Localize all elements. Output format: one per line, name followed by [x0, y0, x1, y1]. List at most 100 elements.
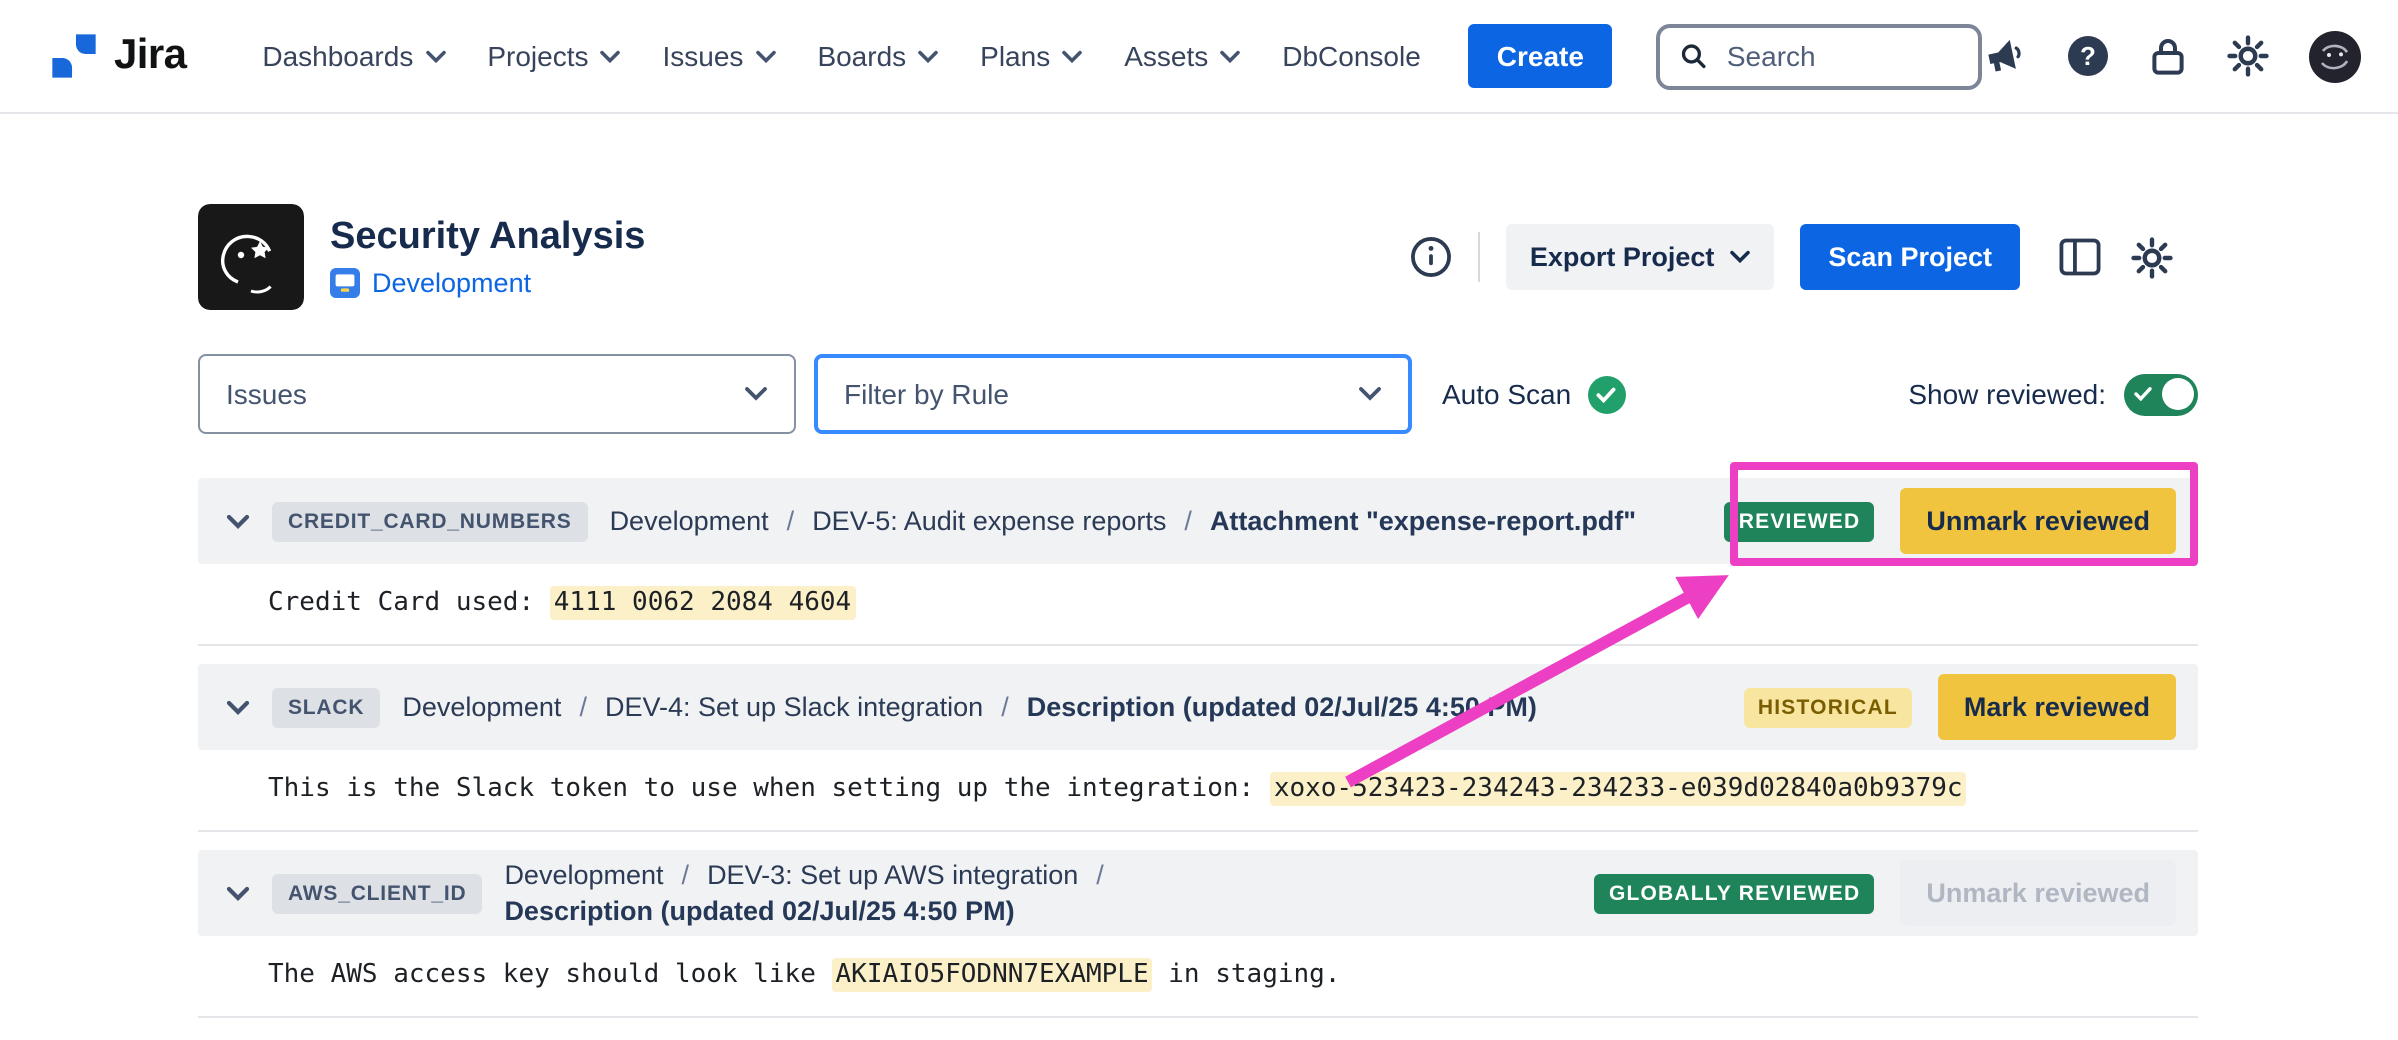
search-input[interactable] — [1723, 38, 1958, 74]
finding-group-credit-card: CREDIT_CARD_NUMBERS Development / DEV-5:… — [198, 478, 2198, 646]
gear-icon[interactable] — [2226, 34, 2270, 78]
finding-actions: GLOBALLY REVIEWED Unmark reviewed — [1595, 860, 2176, 926]
chevron-down-icon — [1358, 386, 1382, 402]
breadcrumb-location: Description (updated 02/Jul/25 4:50 PM) — [1027, 692, 1537, 722]
breadcrumb-issue: DEV-3: Set up AWS integration — [707, 860, 1078, 890]
toggle-check-icon — [2134, 385, 2152, 401]
filter-by-rule-select[interactable]: Filter by Rule — [814, 354, 1412, 434]
nav-item-label: Dashboards — [262, 40, 413, 72]
show-reviewed-control: Show reviewed: — [1908, 373, 2198, 415]
nav-item-dbconsole[interactable]: DbConsole — [1282, 40, 1421, 72]
status-badge: GLOBALLY REVIEWED — [1595, 873, 1874, 913]
finding-text: in staging. — [1153, 960, 1341, 990]
page-title: Security Analysis — [330, 216, 645, 260]
global-search[interactable] — [1656, 23, 1982, 89]
settings-gear-icon[interactable] — [2130, 235, 2174, 279]
info-icon[interactable] — [1410, 236, 1452, 278]
side-panel-icon[interactable] — [2058, 238, 2102, 276]
chevron-down-icon — [918, 49, 938, 63]
breadcrumb-separator: / — [579, 692, 587, 722]
breadcrumb-location: Attachment "expense-report.pdf" — [1210, 506, 1636, 536]
chevron-down-icon — [1062, 49, 1082, 63]
finding-content: This is the Slack token to use when sett… — [198, 750, 2198, 832]
show-reviewed-toggle[interactable] — [2124, 373, 2198, 415]
rule-badge: SLACK — [272, 687, 380, 727]
view-setting-icons — [2058, 235, 2174, 279]
breadcrumb-separator: / — [682, 860, 690, 890]
unmark-reviewed-button-disabled[interactable]: Unmark reviewed — [1900, 860, 2176, 926]
create-button[interactable]: Create — [1469, 24, 1612, 88]
finding-text: The AWS access key should look like — [268, 960, 832, 990]
announcement-icon[interactable] — [1982, 34, 2028, 78]
chevron-down-icon — [744, 386, 768, 402]
finding-group-header: SLACK Development / DEV-4: Set up Slack … — [198, 664, 2198, 750]
project-meta: Security Analysis Development — [330, 216, 645, 298]
search-icon — [1680, 40, 1707, 72]
divider — [1478, 232, 1480, 282]
collapse-chevron-icon[interactable] — [226, 885, 250, 901]
breadcrumb-separator: / — [1184, 506, 1192, 536]
rule-select-value: Filter by Rule — [844, 378, 1009, 410]
issues-select-value: Issues — [226, 378, 307, 410]
project-header: Security Analysis Development Export Pro… — [198, 204, 2198, 310]
breadcrumb-separator: / — [1096, 860, 1104, 890]
top-navigation-bar: Jira Dashboards Projects Issues Boards P… — [0, 0, 2398, 114]
auto-scan-status: Auto Scan — [1442, 375, 1625, 413]
nav-item-dashboards[interactable]: Dashboards — [262, 40, 445, 72]
nav-item-label: Issues — [663, 40, 744, 72]
finding-actions: HISTORICAL Mark reviewed — [1744, 674, 2176, 740]
jira-logo[interactable]: Jira — [48, 30, 186, 82]
breadcrumb: Development / DEV-3: Set up AWS integrat… — [504, 860, 1414, 926]
project-avatar — [198, 204, 304, 310]
finding-text: Credit Card used: — [268, 588, 550, 618]
breadcrumb-issue: DEV-5: Audit expense reports — [812, 506, 1166, 536]
findings-list: CREDIT_CARD_NUMBERS Development / DEV-5:… — [198, 478, 2198, 1018]
finding-group-header: CREDIT_CARD_NUMBERS Development / DEV-5:… — [198, 478, 2198, 564]
rule-badge: CREDIT_CARD_NUMBERS — [272, 501, 588, 541]
breadcrumb-separator: / — [1001, 692, 1009, 722]
export-project-button[interactable]: Export Project — [1506, 224, 1775, 290]
nav-item-issues[interactable]: Issues — [663, 40, 776, 72]
show-reviewed-label: Show reviewed: — [1908, 378, 2106, 410]
rule-badge: AWS_CLIENT_ID — [272, 873, 482, 913]
breadcrumb-issue: DEV-4: Set up Slack integration — [605, 692, 983, 722]
unmark-reviewed-button[interactable]: Unmark reviewed — [1900, 488, 2176, 554]
nav-item-assets[interactable]: Assets — [1124, 40, 1240, 72]
issues-select[interactable]: Issues — [198, 354, 796, 434]
status-badge: HISTORICAL — [1744, 687, 1912, 727]
nav-item-plans[interactable]: Plans — [980, 40, 1082, 72]
breadcrumb: Development / DEV-5: Audit expense repor… — [610, 506, 1637, 536]
nav-item-projects[interactable]: Projects — [487, 40, 620, 72]
scan-project-button[interactable]: Scan Project — [1800, 224, 2020, 290]
breadcrumb-project: Development — [402, 692, 561, 722]
breadcrumb-project: Development — [504, 860, 663, 890]
toggle-knob — [2161, 378, 2193, 410]
chevron-down-icon — [1730, 250, 1750, 264]
chevron-down-icon — [601, 49, 621, 63]
nav-item-label: Boards — [817, 40, 906, 72]
brand-wordmark: Jira — [114, 32, 186, 80]
mark-reviewed-button[interactable]: Mark reviewed — [1938, 674, 2176, 740]
nav-item-label: Plans — [980, 40, 1050, 72]
nav-item-boards[interactable]: Boards — [817, 40, 938, 72]
project-actions: Export Project Scan Project — [1410, 224, 2198, 290]
main-menu: Dashboards Projects Issues Boards Plans … — [262, 40, 1420, 72]
chevron-down-icon — [425, 49, 445, 63]
finding-actions: REVIEWED Unmark reviewed — [1725, 488, 2176, 554]
breadcrumb: Development / DEV-4: Set up Slack integr… — [402, 692, 1537, 722]
finding-content: Credit Card used: 4111 0062 2084 4604 — [198, 564, 2198, 646]
finding-group-slack: SLACK Development / DEV-4: Set up Slack … — [198, 664, 2198, 832]
help-icon[interactable]: ? — [2066, 34, 2110, 78]
breadcrumb-separator: / — [787, 506, 795, 536]
status-badge: REVIEWED — [1725, 501, 1875, 541]
project-link[interactable]: Development — [372, 268, 531, 298]
topbar-utility-icons: ? — [1982, 29, 2362, 83]
profile-avatar[interactable] — [2308, 29, 2362, 83]
lock-icon[interactable] — [2148, 34, 2188, 78]
nav-item-label: DbConsole — [1282, 40, 1421, 72]
project-breadcrumb: Development — [330, 268, 645, 298]
secret-highlight: AKIAIO5FODNN7EXAMPLE — [832, 958, 1153, 992]
finding-group-header: AWS_CLIENT_ID Development / DEV-3: Set u… — [198, 850, 2198, 936]
collapse-chevron-icon[interactable] — [226, 699, 250, 715]
collapse-chevron-icon[interactable] — [226, 513, 250, 529]
